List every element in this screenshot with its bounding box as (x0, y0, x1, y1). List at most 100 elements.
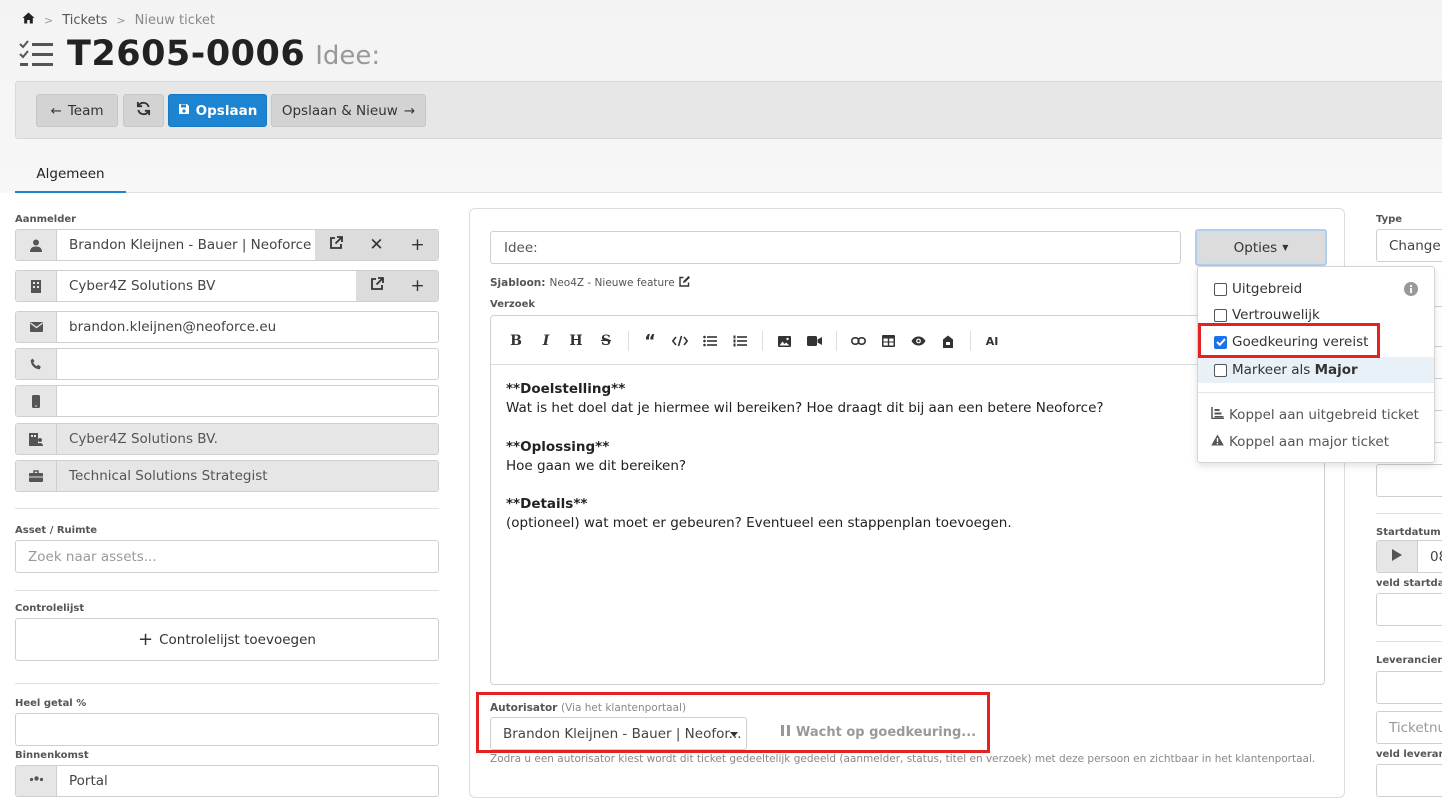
add-button[interactable]: + (397, 230, 438, 260)
aanmelder-select[interactable]: Brandon Kleijnen - Bauer | Neoforce (57, 230, 315, 260)
action-koppel-uitgebreid[interactable]: Koppel aan uitgebreid ticket (1198, 402, 1434, 428)
tab-bar: Algemeen (15, 157, 1442, 193)
company-add-button[interactable]: + (397, 271, 438, 301)
company-field: Cyber4Z Solutions BV + (15, 270, 439, 302)
company-select[interactable]: Cyber4Z Solutions BV (57, 271, 356, 301)
quote-icon[interactable]: “ (639, 330, 661, 352)
italic-icon[interactable]: I (535, 330, 557, 352)
type-label: Type (1376, 214, 1403, 225)
building-icon (16, 271, 57, 301)
save-new-button[interactable]: Opslaan & Nieuw → (271, 94, 426, 127)
code-icon[interactable] (669, 330, 691, 352)
ai-button[interactable]: AI (981, 330, 1003, 352)
type-select[interactable]: Change (1376, 229, 1442, 262)
info-icon[interactable] (1404, 282, 1418, 300)
email-input[interactable]: brandon.kleijnen@neoforce.eu (57, 312, 438, 342)
link-icon[interactable] (847, 330, 869, 352)
home-icon[interactable] (22, 12, 35, 28)
startdatum-label: Startdatum (1376, 527, 1441, 538)
opties-button[interactable]: Opties ▼ (1195, 229, 1327, 266)
user-icon (16, 230, 57, 260)
department-value: Cyber4Z Solutions BV. (57, 424, 438, 454)
preview-eye-icon[interactable] (907, 330, 929, 352)
leverancier-label: Leverancier (1376, 655, 1442, 666)
heel-getal-label: Heel getal % (15, 698, 87, 709)
template-info: Sjabloon: Neo4Z - Nieuwe feature (490, 276, 690, 290)
mobile-field (15, 385, 439, 417)
clear-button[interactable]: ✕ (356, 230, 397, 260)
veld-startdatum-label: veld startdatum (1376, 578, 1442, 589)
building-user-icon (16, 424, 57, 454)
breadcrumb-new-ticket: Nieuw ticket (134, 12, 216, 28)
binnenkomst-field: Portal (15, 765, 439, 797)
bold-icon[interactable]: B (505, 330, 527, 352)
breadcrumb-tickets[interactable]: Tickets (62, 13, 107, 28)
jobtitle-field: Technical Solutions Strategist (15, 460, 439, 492)
action-koppel-major[interactable]: Koppel aan major ticket (1198, 429, 1434, 455)
veld-startdatum-input[interactable] (1376, 593, 1442, 626)
startdatum-input[interactable]: 08 (1418, 549, 1442, 565)
page-title: T2605-0006 Idee: (19, 34, 380, 74)
play-icon (1392, 548, 1402, 565)
leverancier-select[interactable] (1376, 671, 1442, 704)
open-external-button[interactable] (315, 230, 356, 260)
jobtitle-value: Technical Solutions Strategist (57, 461, 438, 491)
video-icon[interactable] (803, 330, 825, 352)
image-icon[interactable] (773, 330, 795, 352)
email-field: brandon.kleijnen@neoforce.eu (15, 311, 439, 343)
save-button[interactable]: Opslaan (168, 94, 267, 127)
highlight-goedkeuring (1198, 323, 1380, 358)
tab-algemeen[interactable]: Algemeen (15, 157, 126, 193)
plus-icon: + (410, 235, 425, 255)
department-field: Cyber4Z Solutions BV. (15, 423, 439, 455)
binnenkomst-select[interactable]: Portal (57, 766, 438, 796)
ticket-number: T2605-0006 (67, 34, 306, 74)
table-icon[interactable] (877, 330, 899, 352)
divider (1376, 641, 1442, 642)
checklist-label: Controlelijst (15, 603, 85, 614)
team-button[interactable]: ← Team (36, 94, 118, 127)
ticketnummer-input[interactable]: Ticketnummer (1376, 711, 1442, 744)
play-button[interactable] (1377, 541, 1418, 572)
autorisator-note: Zodra u een autorisator kiest wordt dit … (490, 753, 1316, 765)
phone-icon (16, 349, 57, 379)
template-icon[interactable] (937, 330, 959, 352)
phone-field (15, 348, 439, 380)
heel-getal-input[interactable] (15, 713, 439, 746)
editor-content[interactable]: **Doelstelling** Wat is het doel dat je … (506, 380, 1104, 534)
veld-leverancier-input[interactable] (1376, 764, 1442, 797)
template-name: Neo4Z - Nieuwe feature (549, 277, 675, 289)
strikethrough-icon[interactable]: S (595, 330, 617, 352)
numbered-list-icon[interactable] (729, 330, 751, 352)
checklist-icon (19, 40, 55, 74)
company-open-button[interactable] (356, 271, 397, 301)
asset-label: Asset / Ruimte (15, 525, 98, 536)
option-uitgebreid[interactable]: Uitgebreid (1198, 276, 1434, 302)
warning-icon (1211, 434, 1224, 450)
caret-down-icon: ▼ (1282, 243, 1289, 252)
menu-divider (1198, 392, 1434, 393)
edit-icon[interactable] (679, 276, 690, 290)
option-markeer-major[interactable]: Markeer als Major (1198, 357, 1434, 383)
heading-icon[interactable]: H (565, 330, 587, 352)
refresh-button[interactable] (123, 94, 164, 127)
opties-menu: Uitgebreid Vertrouwelijk Goedkeuring ver… (1197, 266, 1435, 463)
mobile-input[interactable] (57, 386, 438, 416)
briefcase-icon (16, 461, 57, 491)
external-link-icon (370, 276, 384, 296)
users-icon (16, 766, 57, 796)
toolbar: ← Team Opslaan Opslaan & Nieuw → (15, 81, 1442, 139)
phone-input[interactable] (57, 349, 438, 379)
binnenkomst-label: Binnenkomst (15, 750, 89, 761)
add-checklist-button[interactable]: + Controlelijst toevoegen (15, 618, 439, 661)
highlight-autorisator (476, 692, 990, 753)
asset-search-input[interactable]: Zoek naar assets... (15, 540, 439, 573)
floppy-icon (178, 103, 190, 119)
bullet-list-icon[interactable] (699, 330, 721, 352)
divider (15, 508, 439, 509)
right-field-d[interactable] (1376, 464, 1442, 497)
checkbox-icon (1214, 282, 1227, 296)
divider (15, 683, 439, 684)
ticket-title-input[interactable]: Idee: (490, 231, 1181, 264)
external-link-icon (329, 235, 343, 255)
